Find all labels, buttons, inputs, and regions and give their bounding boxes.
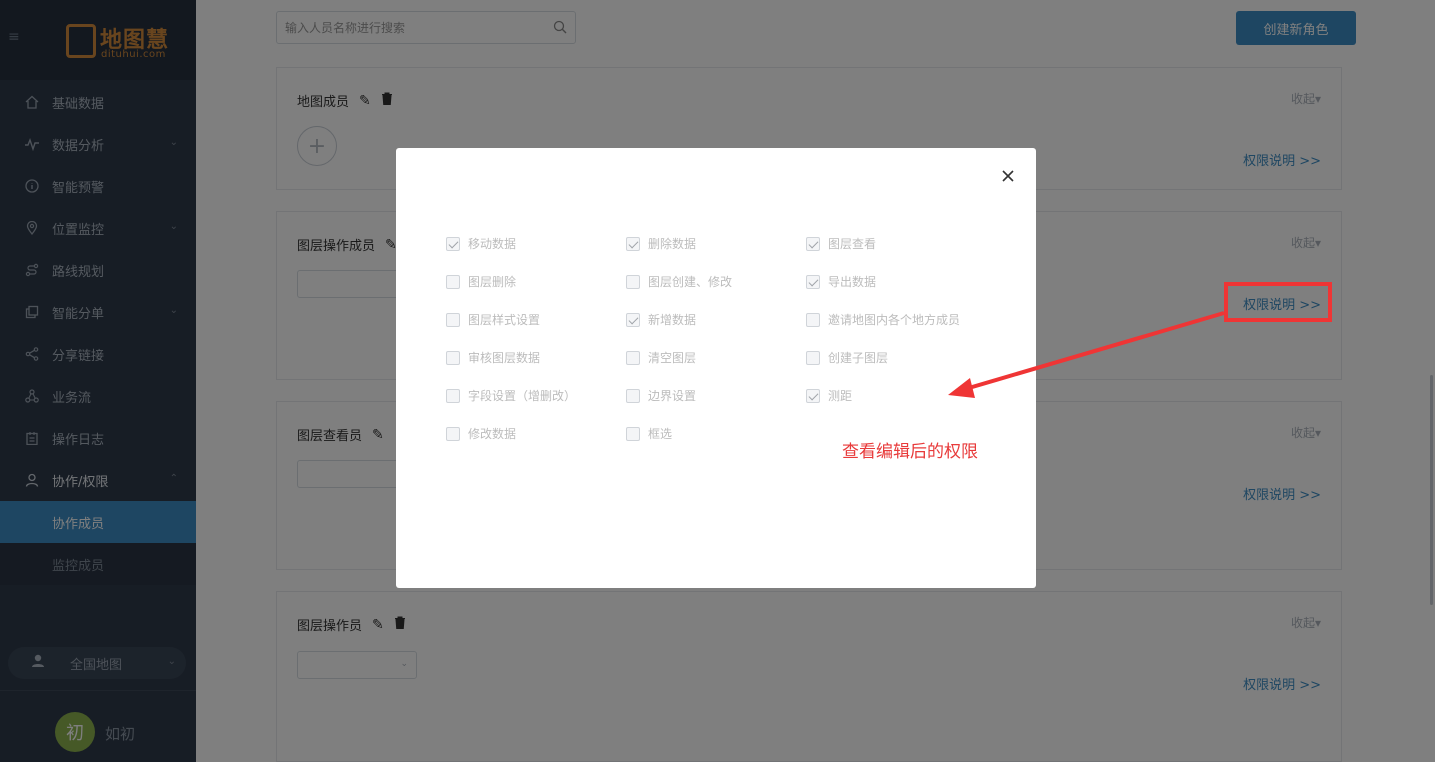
permission-label: 图层删除 (468, 275, 517, 289)
checkbox-unchecked-icon[interactable] (626, 350, 640, 365)
checkbox-checked-icon[interactable] (806, 236, 820, 251)
checkbox-checked-icon[interactable] (446, 236, 460, 251)
permission-label: 清空图层 (648, 351, 697, 365)
permission-label: 创建子图层 (828, 351, 889, 365)
permission-label: 图层查看 (828, 237, 877, 251)
close-icon[interactable] (1000, 168, 1016, 184)
checkbox-unchecked-icon[interactable] (446, 426, 460, 441)
permission-checkbox[interactable]: 清空图层 (626, 349, 696, 366)
permission-label: 边界设置 (648, 389, 697, 403)
checkbox-unchecked-icon[interactable] (446, 312, 460, 327)
permission-label: 审核图层数据 (468, 351, 541, 365)
permission-checkbox[interactable]: 框选 (626, 425, 672, 442)
checkbox-unchecked-icon[interactable] (806, 312, 820, 327)
permission-label: 图层样式设置 (468, 313, 541, 327)
checkbox-unchecked-icon[interactable] (446, 388, 460, 403)
permission-label: 邀请地图内各个地方成员 (828, 313, 961, 327)
permission-checkbox[interactable]: 创建子图层 (806, 349, 888, 366)
permission-checkbox[interactable]: 图层查看 (806, 235, 876, 252)
permission-label: 导出数据 (828, 275, 877, 289)
permission-label: 新增数据 (648, 313, 697, 327)
permission-label: 图层创建、修改 (648, 275, 733, 289)
permission-checkbox[interactable]: 新增数据 (626, 311, 696, 328)
permission-checkbox[interactable]: 导出数据 (806, 273, 876, 290)
permission-checkbox[interactable]: 字段设置（增删改） (446, 387, 576, 404)
checkbox-unchecked-icon[interactable] (806, 350, 820, 365)
permission-checkbox[interactable]: 图层样式设置 (446, 311, 540, 328)
highlight-box (1224, 282, 1332, 322)
permission-checkbox[interactable]: 移动数据 (446, 235, 516, 252)
checkbox-unchecked-icon[interactable] (626, 426, 640, 441)
permission-label: 修改数据 (468, 427, 517, 441)
permission-checkbox[interactable]: 图层删除 (446, 273, 516, 290)
checkbox-checked-icon[interactable] (626, 312, 640, 327)
checkbox-unchecked-icon[interactable] (446, 274, 460, 289)
permission-checkbox[interactable]: 图层创建、修改 (626, 273, 732, 290)
permission-checkbox[interactable]: 测距 (806, 387, 852, 404)
permission-label: 测距 (828, 389, 853, 403)
permission-label: 删除数据 (648, 237, 697, 251)
annotation-text: 查看编辑后的权限 (842, 442, 978, 462)
checkbox-unchecked-icon[interactable] (446, 350, 460, 365)
permission-label: 移动数据 (468, 237, 517, 251)
permission-checkbox[interactable]: 删除数据 (626, 235, 696, 252)
permission-label: 框选 (648, 427, 673, 441)
checkbox-checked-icon[interactable] (806, 388, 820, 403)
permission-checkbox[interactable]: 边界设置 (626, 387, 696, 404)
permission-checkbox[interactable]: 审核图层数据 (446, 349, 540, 366)
checkbox-unchecked-icon[interactable] (626, 388, 640, 403)
permissions-modal: 移动数据 删除数据 图层查看图层删除 图层创建、修改 导出数据图层样式设置 新增数据 邀请地… (396, 148, 1036, 588)
checkbox-checked-icon[interactable] (806, 274, 820, 289)
permission-checkbox[interactable]: 修改数据 (446, 425, 516, 442)
permission-label: 字段设置（增删改） (468, 389, 577, 403)
checkbox-checked-icon[interactable] (626, 236, 640, 251)
permission-checkbox[interactable]: 邀请地图内各个地方成员 (806, 311, 960, 328)
checkbox-unchecked-icon[interactable] (626, 274, 640, 289)
